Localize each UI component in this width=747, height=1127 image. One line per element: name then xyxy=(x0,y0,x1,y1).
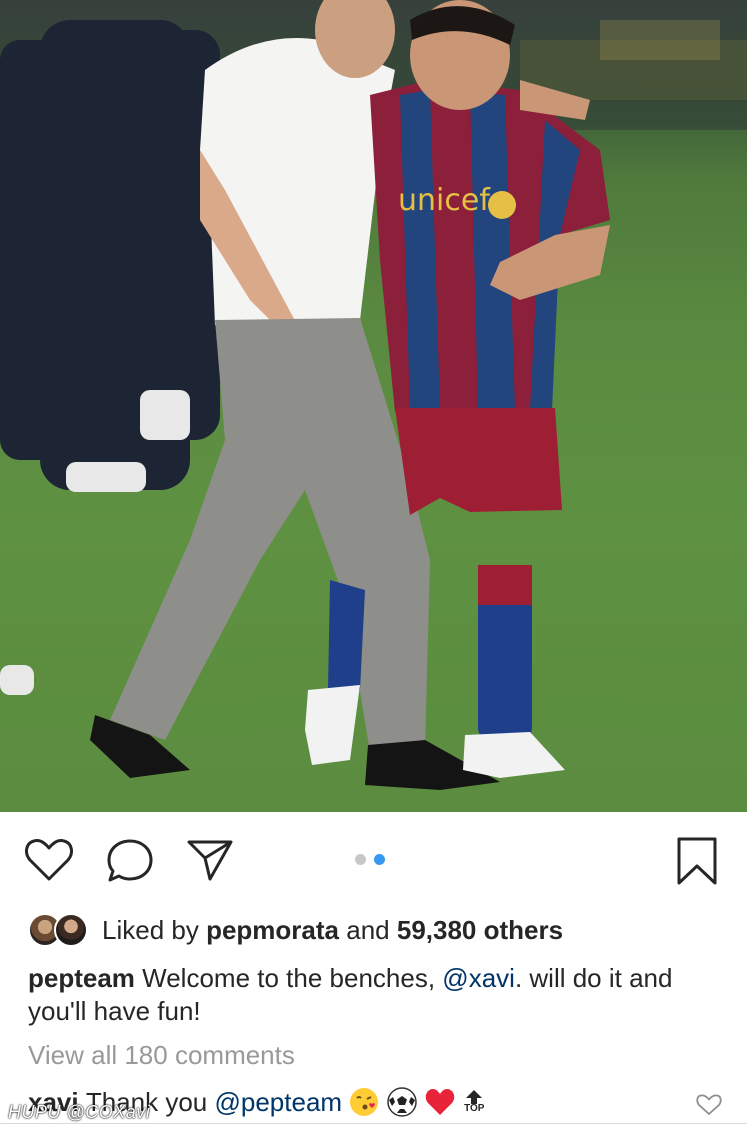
red-heart-emoji-icon xyxy=(425,1089,455,1115)
liker-username[interactable]: pepmorata xyxy=(206,915,339,945)
divider xyxy=(0,1123,747,1124)
carousel-indicator xyxy=(355,854,385,866)
heart-outline-icon[interactable] xyxy=(24,838,74,882)
likes-joiner: and xyxy=(346,914,390,945)
paper-plane-icon[interactable] xyxy=(186,838,234,882)
photo-illustration: unicef xyxy=(0,0,747,790)
top-comment-badge: TOP xyxy=(464,1090,484,1114)
likes-others-count[interactable]: 59,380 others xyxy=(397,915,563,945)
avatar xyxy=(54,913,88,947)
caption-text-before: Welcome to the benches, xyxy=(142,963,436,993)
carousel-dot-active xyxy=(374,854,385,865)
post-photo[interactable]: unicef xyxy=(0,0,747,812)
caption-username[interactable]: pepteam xyxy=(28,963,135,993)
comment-like-heart-icon[interactable] xyxy=(696,1094,722,1116)
kissing-face-emoji-icon xyxy=(350,1088,379,1116)
bookmark-icon[interactable] xyxy=(676,836,718,886)
arrow-up-icon xyxy=(466,1090,483,1104)
likes-row: Liked by pepmorata and 59,380 others xyxy=(28,910,563,950)
carousel-dot xyxy=(355,854,366,865)
liker-avatars[interactable] xyxy=(28,913,92,947)
speech-bubble-icon[interactable] xyxy=(106,838,154,884)
soccer-ball-emoji-icon xyxy=(387,1087,417,1117)
likes-summary[interactable]: Liked by pepmorata and 59,380 others xyxy=(102,915,563,946)
top-label: TOP xyxy=(464,1103,485,1114)
watermark: HUPU @COXavi xyxy=(8,1102,151,1122)
likes-prefix: Liked by xyxy=(102,914,199,945)
svg-text:unicef: unicef xyxy=(398,183,491,218)
caption-mention[interactable]: @xavi xyxy=(442,963,515,993)
post-caption: pepteam Welcome to the benches, @xavi. w… xyxy=(28,962,718,1028)
comment-mention[interactable]: @pepteam xyxy=(214,1087,342,1118)
view-all-comments-link[interactable]: View all 180 comments xyxy=(28,1040,295,1071)
